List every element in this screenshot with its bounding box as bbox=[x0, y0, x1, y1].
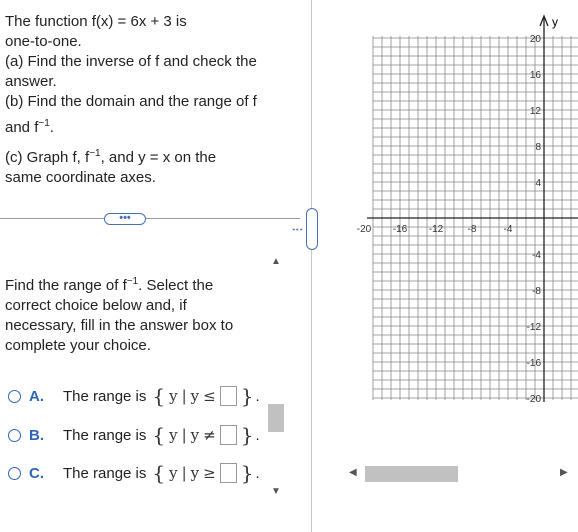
choice-b[interactable]: B. The range is { y | y ≠ } . bbox=[8, 423, 260, 447]
y-axis-label: y bbox=[552, 15, 558, 29]
set-close-brace: } bbox=[240, 423, 254, 447]
coordinate-graph[interactable]: y -20 -16 -12 -8 -4 20 16 12 8 4 -4 -8 -12 -16 -20 bbox=[335, 0, 578, 460]
set-close-brace: } bbox=[240, 384, 254, 408]
section-divider bbox=[0, 218, 300, 219]
x-tick-label: -20 bbox=[357, 224, 372, 235]
relation-symbol: ≤ bbox=[203, 387, 216, 405]
y-tick-label: -4 bbox=[532, 250, 541, 261]
choice-letter: A. bbox=[29, 387, 44, 405]
y-tick-label: 16 bbox=[530, 70, 542, 81]
y-tick-label: 8 bbox=[535, 142, 541, 153]
splitter-handle[interactable]: ⋮ bbox=[291, 208, 318, 250]
vertical-scrollbar-thumb[interactable] bbox=[268, 404, 284, 432]
problem-line: (a) Find the inverse of f and check the bbox=[5, 53, 257, 70]
problem-line: (b) Find the domain and the range of f bbox=[5, 93, 257, 110]
set-open-brace: { bbox=[152, 423, 166, 447]
problem-line: answer. bbox=[5, 73, 57, 90]
problem-line: and f−1. bbox=[5, 114, 257, 138]
problem-line: (c) Graph f, f−1, and y = x on the bbox=[5, 144, 257, 168]
answer-box-c[interactable] bbox=[219, 463, 237, 483]
relation-symbol: ≠ bbox=[203, 426, 216, 444]
superscript: −1 bbox=[89, 148, 101, 159]
x-tick-label: -16 bbox=[393, 224, 408, 235]
panel-splitter bbox=[311, 0, 312, 532]
problem-text: . bbox=[49, 119, 54, 136]
problem-line: The function f(x) = 6x + 3 is bbox=[5, 13, 187, 30]
set-bar: | bbox=[181, 387, 187, 405]
question-fragment: . Select the bbox=[138, 277, 214, 294]
choice-text: The range is bbox=[63, 387, 147, 405]
scroll-down-arrow-icon[interactable]: ▼ bbox=[271, 486, 281, 497]
set-close-brace: } bbox=[240, 461, 254, 485]
y-tick-label: -12 bbox=[527, 322, 542, 333]
problem-statement: The function f(x) = 6x + 3 is one-to-one… bbox=[5, 12, 257, 188]
radio-button[interactable] bbox=[8, 428, 21, 442]
set-bar: | bbox=[181, 426, 187, 444]
expand-button[interactable]: ••• bbox=[104, 213, 146, 225]
radio-button[interactable] bbox=[8, 466, 21, 480]
question-fragment: Find the range of f bbox=[5, 277, 127, 294]
set-variable: y bbox=[190, 464, 200, 482]
superscript: −1 bbox=[126, 276, 139, 287]
horizontal-scrollbar-thumb[interactable] bbox=[365, 466, 458, 482]
problem-line: one-to-one. bbox=[5, 33, 82, 50]
choice-text: The range is bbox=[63, 464, 147, 482]
choice-period: . bbox=[255, 387, 260, 405]
set-bar: | bbox=[181, 464, 187, 482]
set-variable: y bbox=[190, 387, 200, 405]
y-tick-label: -16 bbox=[527, 358, 542, 369]
answer-box-b[interactable] bbox=[219, 425, 237, 445]
choice-text: The range is bbox=[63, 426, 147, 444]
x-tick-label: -4 bbox=[504, 224, 513, 235]
choice-a[interactable]: A. The range is { y | y ≤ } . bbox=[8, 384, 260, 408]
scroll-left-arrow-icon[interactable]: ◀ bbox=[349, 467, 357, 478]
set-open-brace: { bbox=[152, 384, 166, 408]
question-line: correct choice below and, if bbox=[5, 297, 187, 314]
choice-letter: C. bbox=[29, 464, 44, 482]
y-tick-label: -8 bbox=[532, 286, 541, 297]
choice-letter: B. bbox=[29, 426, 44, 444]
tick-labels: -20 -16 -12 -8 -4 20 16 12 8 4 -4 -8 -12 -16 -20 bbox=[357, 34, 542, 405]
set-variable: y bbox=[169, 387, 178, 405]
superscript: −1 bbox=[38, 118, 50, 129]
question-line: necessary, fill in the answer box to bbox=[5, 317, 234, 334]
answer-box-a[interactable] bbox=[219, 386, 237, 406]
set-variable: y bbox=[190, 426, 200, 444]
question-line: Find the range of f−1. Select the bbox=[5, 272, 233, 296]
choice-period: . bbox=[255, 426, 260, 444]
x-tick-label: -8 bbox=[468, 224, 477, 235]
y-tick-label: 4 bbox=[535, 178, 541, 189]
scroll-up-arrow-icon[interactable]: ▲ bbox=[271, 256, 281, 267]
set-variable: y bbox=[169, 464, 178, 482]
y-tick-label: 20 bbox=[530, 34, 542, 45]
x-tick-label: -12 bbox=[429, 224, 444, 235]
problem-text: (c) Graph f, f bbox=[5, 149, 90, 166]
radio-button[interactable] bbox=[8, 389, 21, 403]
y-tick-label: 12 bbox=[530, 106, 542, 117]
question-text: Find the range of f−1. Select the correc… bbox=[5, 272, 233, 356]
relation-symbol: ≥ bbox=[203, 464, 216, 482]
choice-period: . bbox=[255, 464, 260, 482]
problem-line: same coordinate axes. bbox=[5, 169, 156, 186]
set-variable: y bbox=[169, 426, 178, 444]
set-open-brace: { bbox=[152, 461, 166, 485]
choice-c[interactable]: C. The range is { y | y ≥ } . bbox=[8, 461, 260, 485]
scroll-right-arrow-icon[interactable]: ▶ bbox=[560, 467, 568, 478]
problem-text: , and y = x on the bbox=[100, 149, 217, 166]
question-line: complete your choice. bbox=[5, 337, 151, 354]
y-tick-label: -20 bbox=[527, 394, 542, 405]
problem-text: and f bbox=[5, 119, 39, 136]
